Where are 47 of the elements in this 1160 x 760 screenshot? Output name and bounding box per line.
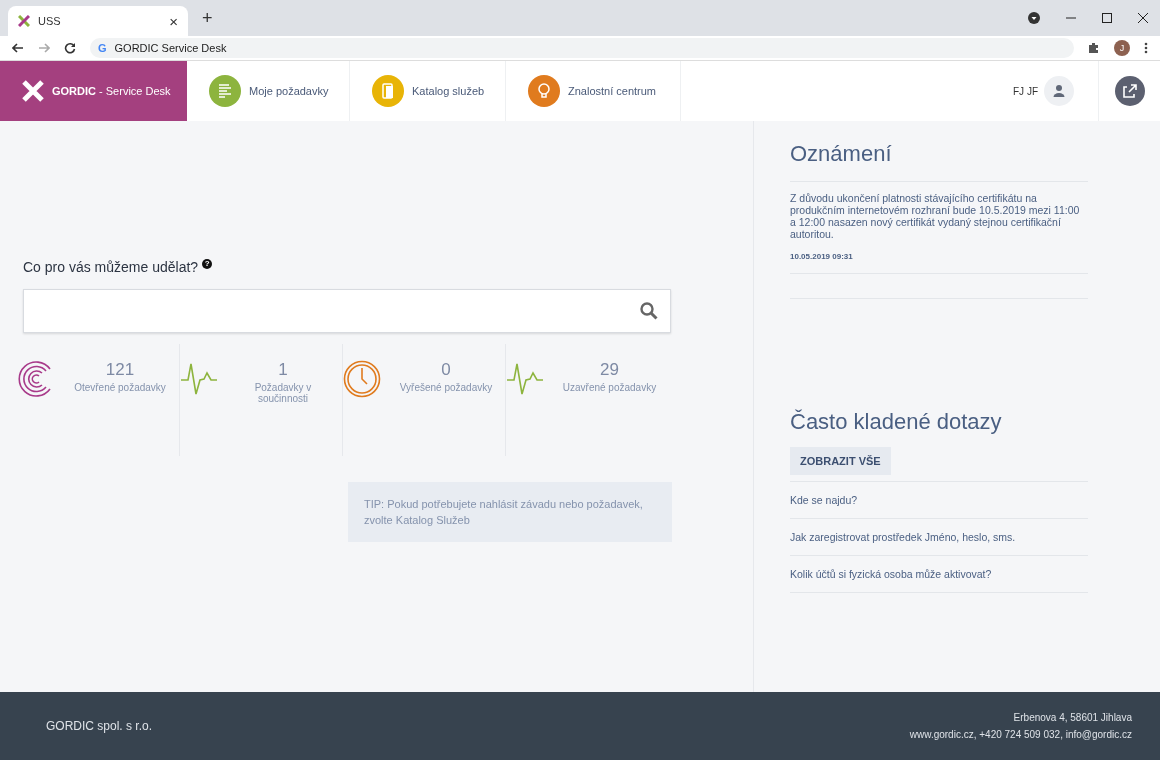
profile-avatar[interactable]: J [1114, 40, 1130, 56]
stat-count: 29 [600, 360, 619, 380]
announcement-text: Z důvodu ukončení platnosti stávajícího certifikátu na produkčním internetovém rozhraní bude 10.5.2019 mezi 11:00 a 12:00 nasazen nový certifikát vydaný stejnou certifikační autoritou. [790, 192, 1081, 240]
x-logo-icon [18, 15, 30, 27]
puzzle-icon[interactable] [1088, 42, 1100, 54]
menu-icon[interactable] [1144, 42, 1148, 54]
company-name: GORDIC spol. s r.o. [46, 719, 153, 733]
section-heading: Často kladené dotazy [790, 409, 1003, 436]
stat-label: Uzavřené požadavky [562, 382, 657, 393]
nav-item[interactable]: Znalostní centrum [506, 61, 681, 121]
search-field[interactable] [23, 289, 671, 333]
browser-tab[interactable]: USS × [8, 6, 188, 36]
stat-label: Vyřešené požadavky [399, 382, 493, 393]
section-heading: Oznámení [790, 141, 1088, 182]
user-name[interactable]: FJ JF [1013, 85, 1038, 97]
address-field[interactable]: G GORDIC Service Desk [90, 38, 1074, 58]
site-icon: G [98, 42, 107, 54]
tip-bubble: TIP: Pokud potřebujete nahlásit závadu nebo požadavek, zvolte Katalog Služeb [348, 482, 672, 542]
stat-count: 1 [278, 360, 288, 380]
reload-icon[interactable] [64, 42, 76, 54]
search-icon[interactable] [640, 302, 658, 320]
footer-contacts: www.gordic.cz, +420 724 509 032, info@gordic.cz [909, 729, 1132, 740]
tab-close-button[interactable]: × [169, 12, 178, 30]
stat-count: 121 [105, 360, 135, 380]
stat-count: 0 [441, 360, 451, 380]
show-all-button[interactable]: ZOBRAZIT VŠE [790, 447, 891, 475]
help-icon[interactable]: ? [202, 259, 213, 269]
stat-label: Požadavky v součinnosti [253, 382, 313, 404]
footer-address: Erbenova 4, 58601 Jihlava [1013, 712, 1132, 723]
back-arrow-icon[interactable] [12, 42, 24, 54]
dropdown-icon[interactable] [1028, 12, 1040, 24]
new-tab-button[interactable]: + [202, 7, 213, 29]
faq-link[interactable]: Kolik účtů si fyzická osoba může aktivovat? [790, 568, 992, 580]
brand-logo[interactable]: GORDIC - Service Desk [0, 61, 187, 121]
x-logo-icon [22, 80, 44, 102]
external-link-icon[interactable] [1114, 76, 1145, 106]
stat-label: Otevřené požadavky [74, 382, 166, 393]
user-avatar-icon[interactable] [1044, 76, 1074, 106]
faq-link[interactable]: Jak zaregistrovat prostředek Jméno, heslo, sms. [790, 531, 1016, 543]
nav-item[interactable]: Moje požadavky [187, 61, 350, 121]
search-label: Co pro vás můžeme udělat? [23, 259, 199, 275]
maximize-icon[interactable] [1102, 13, 1112, 23]
announcement-date: 10.05.2019 09:31 [790, 252, 854, 261]
nav-item[interactable]: Katalog služeb [350, 61, 506, 121]
faq-link[interactable]: Kde se najdu? [790, 494, 858, 506]
tab-title: USS [38, 15, 62, 27]
close-icon[interactable] [1138, 13, 1148, 23]
